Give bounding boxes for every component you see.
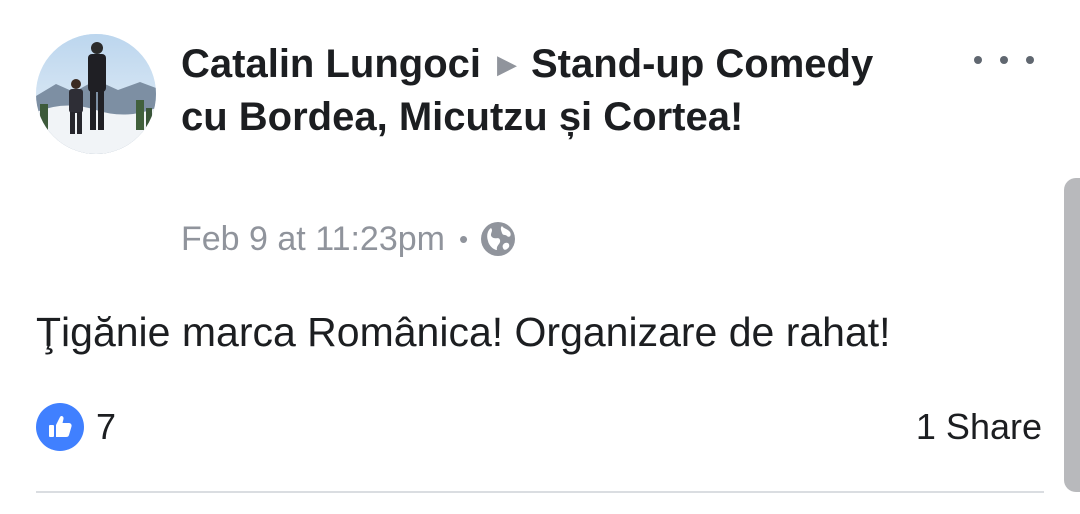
- more-dot-icon: [1026, 56, 1034, 64]
- more-dot-icon: [974, 56, 982, 64]
- post-card: Catalin Lungoci ▶ Stand-up Comedy cu Borde…: [0, 0, 1080, 514]
- post-message: Ţigănie marca Românica! Organizare de ra…: [36, 309, 891, 355]
- more-dot-icon: [1000, 56, 1008, 64]
- more-options-button[interactable]: [974, 48, 1034, 72]
- post-header: Catalin Lungoci ▶ Stand-up Comedy cu Borde…: [181, 38, 881, 144]
- author-avatar[interactable]: [36, 34, 156, 154]
- share-count[interactable]: 1 Share: [916, 403, 1042, 451]
- avatar-photo: [36, 34, 156, 154]
- right-triangle-icon: ▶: [497, 49, 517, 79]
- post-meta: Feb 9 at 11:23pm •: [181, 216, 516, 262]
- scrollbar[interactable]: [1064, 178, 1080, 492]
- globe-icon[interactable]: [480, 221, 516, 257]
- post-timestamp[interactable]: Feb 9 at 11:23pm: [181, 216, 445, 262]
- like-count: 7: [96, 406, 117, 447]
- meta-separator: •: [458, 224, 469, 254]
- divider: [36, 491, 1044, 493]
- author-name[interactable]: Catalin Lungoci: [181, 42, 481, 86]
- like-icon: [36, 403, 84, 451]
- reactions-summary[interactable]: 7: [36, 402, 116, 452]
